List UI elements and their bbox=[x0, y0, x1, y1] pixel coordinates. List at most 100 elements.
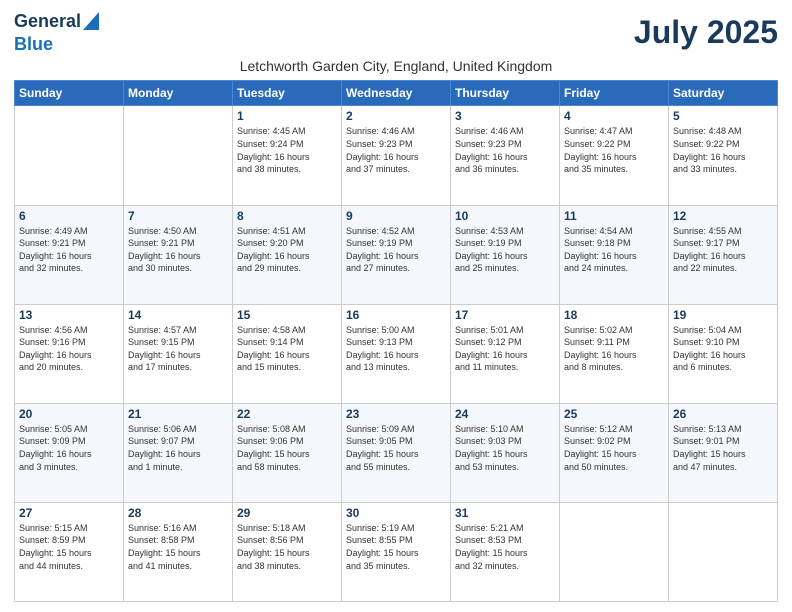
day-number: 21 bbox=[128, 407, 228, 421]
table-row: 16 Sunrise: 5:00 AM Sunset: 9:13 PM Dayli… bbox=[342, 304, 451, 403]
calendar-week-row: 20 Sunrise: 5:05 AM Sunset: 9:09 PM Dayli… bbox=[15, 403, 778, 502]
day-number: 12 bbox=[673, 209, 773, 223]
day-number: 20 bbox=[19, 407, 119, 421]
calendar-table: Sunday Monday Tuesday Wednesday Thursday… bbox=[14, 80, 778, 602]
day-number: 27 bbox=[19, 506, 119, 520]
day-info: Sunrise: 5:09 AM Sunset: 9:05 PM Dayligh… bbox=[346, 423, 446, 473]
table-row: 2 Sunrise: 4:46 AM Sunset: 9:23 PM Daylig… bbox=[342, 106, 451, 205]
day-info: Sunrise: 5:05 AM Sunset: 9:09 PM Dayligh… bbox=[19, 423, 119, 473]
col-saturday: Saturday bbox=[669, 81, 778, 106]
table-row bbox=[669, 502, 778, 601]
table-row: 15Sunrise: 4:58 AM Sunset: 9:14 PM Dayli… bbox=[233, 304, 342, 403]
day-info: Sunrise: 5:21 AM Sunset: 8:53 PM Dayligh… bbox=[455, 522, 555, 572]
table-row: 25Sunrise: 5:12 AM Sunset: 9:02 PM Dayli… bbox=[560, 403, 669, 502]
table-row: 27Sunrise: 5:15 AM Sunset: 8:59 PM Dayli… bbox=[15, 502, 124, 601]
col-thursday: Thursday bbox=[451, 81, 560, 106]
day-info: Sunrise: 4:52 AM Sunset: 9:19 PM Dayligh… bbox=[346, 225, 446, 275]
day-info: Sunrise: 5:00 AM Sunset: 9:13 PM Dayligh… bbox=[346, 324, 446, 374]
day-number: 1 bbox=[237, 109, 337, 123]
day-info: Sunrise: 5:04 AM Sunset: 9:10 PM Dayligh… bbox=[673, 324, 773, 374]
day-number: 9 bbox=[346, 209, 446, 223]
day-number: 14 bbox=[128, 308, 228, 322]
day-info: Sunrise: 5:06 AM Sunset: 9:07 PM Dayligh… bbox=[128, 423, 228, 473]
table-row: 11 Sunrise: 4:54 AM Sunset: 9:18 PM Dayli… bbox=[560, 205, 669, 304]
table-row: 10 Sunrise: 4:53 AM Sunset: 9:19 PM Dayli… bbox=[451, 205, 560, 304]
day-number: 17 bbox=[455, 308, 555, 322]
day-number: 2 bbox=[346, 109, 446, 123]
day-number: 19 bbox=[673, 308, 773, 322]
day-info: Sunrise: 4:45 AM Sunset: 9:24 PM Dayligh… bbox=[237, 125, 337, 175]
day-number: 29 bbox=[237, 506, 337, 520]
day-info: Sunrise: 4:49 AM Sunset: 9:21 PM Dayligh… bbox=[19, 225, 119, 275]
table-row: 24Sunrise: 5:10 AM Sunset: 9:03 PM Dayli… bbox=[451, 403, 560, 502]
day-info: Sunrise: 4:57 AM Sunset: 9:15 PM Dayligh… bbox=[128, 324, 228, 374]
col-tuesday: Tuesday bbox=[233, 81, 342, 106]
table-row bbox=[124, 106, 233, 205]
day-info: Sunrise: 5:18 AM Sunset: 8:56 PM Dayligh… bbox=[237, 522, 337, 572]
day-number: 31 bbox=[455, 506, 555, 520]
col-sunday: Sunday bbox=[15, 81, 124, 106]
table-row: 19 Sunrise: 5:04 AM Sunset: 9:10 PM Dayli… bbox=[669, 304, 778, 403]
day-number: 7 bbox=[128, 209, 228, 223]
calendar-header-row: Sunday Monday Tuesday Wednesday Thursday… bbox=[15, 81, 778, 106]
day-number: 3 bbox=[455, 109, 555, 123]
day-number: 11 bbox=[564, 209, 664, 223]
day-info: Sunrise: 5:02 AM Sunset: 9:11 PM Dayligh… bbox=[564, 324, 664, 374]
day-info: Sunrise: 4:51 AM Sunset: 9:20 PM Dayligh… bbox=[237, 225, 337, 275]
day-number: 16 bbox=[346, 308, 446, 322]
day-info: Sunrise: 4:46 AM Sunset: 9:23 PM Dayligh… bbox=[455, 125, 555, 175]
day-number: 6 bbox=[19, 209, 119, 223]
table-row: 26 Sunrise: 5:13 AM Sunset: 9:01 PM Dayli… bbox=[669, 403, 778, 502]
table-row: 5 Sunrise: 4:48 AM Sunset: 9:22 PM Daylig… bbox=[669, 106, 778, 205]
day-info: Sunrise: 5:13 AM Sunset: 9:01 PM Dayligh… bbox=[673, 423, 773, 473]
day-number: 28 bbox=[128, 506, 228, 520]
table-row: 14 Sunrise: 4:57 AM Sunset: 9:15 PM Dayli… bbox=[124, 304, 233, 403]
col-wednesday: Wednesday bbox=[342, 81, 451, 106]
day-number: 8 bbox=[237, 209, 337, 223]
table-row: 28 Sunrise: 5:16 AM Sunset: 8:58 PM Dayli… bbox=[124, 502, 233, 601]
page: General Blue July 2025 Letchworth Garden… bbox=[0, 0, 792, 612]
col-friday: Friday bbox=[560, 81, 669, 106]
day-number: 22 bbox=[237, 407, 337, 421]
day-number: 10 bbox=[455, 209, 555, 223]
table-row: 8 Sunrise: 4:51 AM Sunset: 9:20 PM Daylig… bbox=[233, 205, 342, 304]
table-row: 4 Sunrise: 4:47 AM Sunset: 9:22 PM Daylig… bbox=[560, 106, 669, 205]
table-row: 6 Sunrise: 4:49 AM Sunset: 9:21 PM Daylig… bbox=[15, 205, 124, 304]
day-number: 15 bbox=[237, 308, 337, 322]
table-row: 22 Sunrise: 5:08 AM Sunset: 9:06 PM Dayli… bbox=[233, 403, 342, 502]
day-number: 23 bbox=[346, 407, 446, 421]
day-info: Sunrise: 5:10 AM Sunset: 9:03 PM Dayligh… bbox=[455, 423, 555, 473]
day-info: Sunrise: 5:08 AM Sunset: 9:06 PM Dayligh… bbox=[237, 423, 337, 473]
col-monday: Monday bbox=[124, 81, 233, 106]
day-number: 13 bbox=[19, 308, 119, 322]
table-row: 13Sunrise: 4:56 AM Sunset: 9:16 PM Dayli… bbox=[15, 304, 124, 403]
day-info: Sunrise: 4:53 AM Sunset: 9:19 PM Dayligh… bbox=[455, 225, 555, 275]
table-row: 31 Sunrise: 5:21 AM Sunset: 8:53 PM Dayli… bbox=[451, 502, 560, 601]
day-number: 4 bbox=[564, 109, 664, 123]
calendar-week-row: 27Sunrise: 5:15 AM Sunset: 8:59 PM Dayli… bbox=[15, 502, 778, 601]
page-title: July 2025 bbox=[634, 14, 778, 51]
day-number: 5 bbox=[673, 109, 773, 123]
table-row: 18 Sunrise: 5:02 AM Sunset: 9:11 PM Dayli… bbox=[560, 304, 669, 403]
day-info: Sunrise: 4:55 AM Sunset: 9:17 PM Dayligh… bbox=[673, 225, 773, 275]
table-row: 3 Sunrise: 4:46 AM Sunset: 9:23 PM Daylig… bbox=[451, 106, 560, 205]
calendar-week-row: 6 Sunrise: 4:49 AM Sunset: 9:21 PM Daylig… bbox=[15, 205, 778, 304]
day-info: Sunrise: 5:19 AM Sunset: 8:55 PM Dayligh… bbox=[346, 522, 446, 572]
table-row: 23 Sunrise: 5:09 AM Sunset: 9:05 PM Dayli… bbox=[342, 403, 451, 502]
table-row: 20 Sunrise: 5:05 AM Sunset: 9:09 PM Dayli… bbox=[15, 403, 124, 502]
table-row bbox=[15, 106, 124, 205]
subtitle: Letchworth Garden City, England, United … bbox=[14, 58, 778, 74]
table-row: 1 Sunrise: 4:45 AM Sunset: 9:24 PM Daylig… bbox=[233, 106, 342, 205]
day-info: Sunrise: 4:48 AM Sunset: 9:22 PM Dayligh… bbox=[673, 125, 773, 175]
day-number: 18 bbox=[564, 308, 664, 322]
calendar-week-row: 13Sunrise: 4:56 AM Sunset: 9:16 PM Dayli… bbox=[15, 304, 778, 403]
table-row: 9 Sunrise: 4:52 AM Sunset: 9:19 PM Daylig… bbox=[342, 205, 451, 304]
day-info: Sunrise: 4:54 AM Sunset: 9:18 PM Dayligh… bbox=[564, 225, 664, 275]
day-info: Sunrise: 4:47 AM Sunset: 9:22 PM Dayligh… bbox=[564, 125, 664, 175]
table-row bbox=[560, 502, 669, 601]
day-info: Sunrise: 4:46 AM Sunset: 9:23 PM Dayligh… bbox=[346, 125, 446, 175]
day-info: Sunrise: 5:16 AM Sunset: 8:58 PM Dayligh… bbox=[128, 522, 228, 572]
logo-blue: Blue bbox=[14, 35, 53, 55]
day-number: 25 bbox=[564, 407, 664, 421]
day-number: 26 bbox=[673, 407, 773, 421]
